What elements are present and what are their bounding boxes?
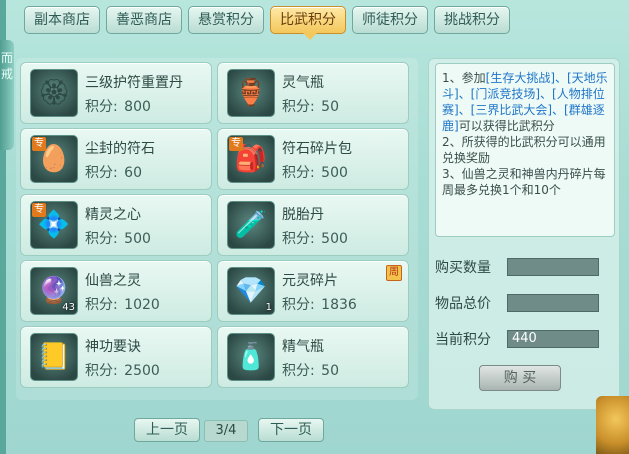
total-price-field xyxy=(507,294,599,312)
price-value: 500 xyxy=(321,231,348,247)
rule-line1-suffix: 可以获得比武积分 xyxy=(458,119,555,133)
tab-bar: 副本商店 善恶商店 悬赏积分 比武积分 师徒积分 挑战积分 xyxy=(24,6,510,40)
price-value: 60 xyxy=(124,165,142,181)
item-price: 积分: 60 xyxy=(85,162,142,182)
item-card[interactable]: 🏵 三级护符重置丹 积分: 800 xyxy=(20,62,212,124)
tab-dungeon-shop[interactable]: 副本商店 xyxy=(24,6,100,34)
item-count: 1 xyxy=(265,302,272,313)
price-value: 50 xyxy=(321,99,339,115)
item-glyph: 🧴 xyxy=(234,342,268,372)
item-price: 积分: 50 xyxy=(282,96,339,116)
item-price: 积分: 500 xyxy=(282,228,348,248)
spirit-vase-icon: 🏺 xyxy=(227,69,275,117)
item-name: 元灵碎片 xyxy=(282,273,338,289)
sealed-rune-stone-icon: 🥚 专 xyxy=(30,135,78,183)
item-card[interactable]: 📒 神功要诀 积分: 2500 xyxy=(20,326,212,388)
gold-amulet-icon: 🏵 xyxy=(30,69,78,117)
price-prefix: 积分: xyxy=(85,297,118,313)
price-prefix: 积分: xyxy=(282,297,315,313)
item-price: 积分: 1020 xyxy=(85,294,160,314)
tab-challenge-points[interactable]: 挑战积分 xyxy=(434,6,510,34)
rules-text: 1、参加[生存大挑战]、[天地乐斗]、[门派竞技场]、[人物排位赛]、[三界比武… xyxy=(435,63,615,237)
price-prefix: 积分: xyxy=(282,165,315,181)
price-value: 2500 xyxy=(124,363,160,379)
tab-mentor-points[interactable]: 师徒积分 xyxy=(352,6,428,34)
price-prefix: 积分: xyxy=(85,231,118,247)
total-price-label: 物品总价 xyxy=(435,296,491,312)
price-value: 800 xyxy=(124,99,151,115)
item-card[interactable]: 🏺 灵气瓶 积分: 50 xyxy=(217,62,409,124)
item-card[interactable]: 💎 1 元灵碎片 积分: 1836 周 xyxy=(217,260,409,322)
item-name: 神功要诀 xyxy=(85,339,141,355)
item-name: 灵气瓶 xyxy=(282,75,324,91)
item-card[interactable]: 🥚 专 尘封的符石 积分: 60 xyxy=(20,128,212,190)
item-card[interactable]: 🎒 专 符石碎片包 积分: 500 xyxy=(217,128,409,190)
tab-bounty-points[interactable]: 悬赏积分 xyxy=(188,6,264,34)
item-name: 仙兽之灵 xyxy=(85,273,141,289)
price-value: 1836 xyxy=(321,297,357,313)
corner-ornament-icon xyxy=(596,396,629,454)
item-glyph: 🧪 xyxy=(234,210,268,240)
item-name: 精灵之心 xyxy=(85,207,141,223)
buy-button[interactable]: 购 买 xyxy=(479,365,561,391)
item-price: 积分: 500 xyxy=(85,228,151,248)
beast-spirit-orb-icon: 🔮 43 xyxy=(30,267,78,315)
price-prefix: 积分: xyxy=(85,363,118,379)
item-name: 精气瓶 xyxy=(282,339,324,355)
price-value: 50 xyxy=(321,363,339,379)
item-card[interactable]: 🧪 脱胎丹 积分: 500 xyxy=(217,194,409,256)
price-prefix: 积分: xyxy=(282,363,315,379)
tab-arena-points[interactable]: 比武积分 xyxy=(270,6,346,40)
quantity-label: 购买数量 xyxy=(435,260,491,276)
item-name: 尘封的符石 xyxy=(85,141,155,157)
spirit-heart-icon: 💠 专 xyxy=(30,201,78,249)
item-price: 积分: 1836 xyxy=(282,294,357,314)
exclusive-badge: 专 xyxy=(32,203,46,217)
item-price: 积分: 2500 xyxy=(85,360,160,380)
item-glyph: 🏺 xyxy=(234,78,268,108)
prev-page-button[interactable]: 上一页 xyxy=(134,418,200,442)
weekly-limit-tag: 周 xyxy=(386,265,402,281)
rule-line1-prefix: 1、参加 xyxy=(442,71,486,85)
page-indicator: 3/4 xyxy=(204,420,248,442)
item-glyph: 📒 xyxy=(37,342,71,372)
price-prefix: 积分: xyxy=(85,99,118,115)
item-card[interactable]: 🧴 精气瓶 积分: 50 xyxy=(217,326,409,388)
current-points-field: 440 xyxy=(507,330,599,348)
item-count: 43 xyxy=(62,302,75,313)
price-prefix: 积分: xyxy=(282,99,315,115)
rune-fragment-bag-icon: 🎒 专 xyxy=(227,135,275,183)
left-deco-text: 而 戒 xyxy=(1,51,14,81)
item-glyph: 🏵 xyxy=(37,78,71,108)
exclusive-badge: 专 xyxy=(32,137,46,151)
yuanling-fragment-icon: 💎 1 xyxy=(227,267,275,315)
item-card[interactable]: 🔮 43 仙兽之灵 积分: 1020 xyxy=(20,260,212,322)
price-value: 1020 xyxy=(124,297,160,313)
item-price: 积分: 800 xyxy=(85,96,151,116)
info-panel: 1、参加[生存大挑战]、[天地乐斗]、[门派竞技场]、[人物排位赛]、[三界比武… xyxy=(428,58,620,410)
quantity-input[interactable] xyxy=(507,258,599,276)
item-name: 三级护符重置丹 xyxy=(85,75,183,91)
next-page-button[interactable]: 下一页 xyxy=(258,418,324,442)
current-points-label: 当前积分 xyxy=(435,332,491,348)
rule-line2: 2、所获得的比武积分可以通用兑换奖励 xyxy=(442,135,606,165)
price-prefix: 积分: xyxy=(282,231,315,247)
left-side-tab-decoration: 而 戒 xyxy=(0,40,14,150)
rule-line3: 3、仙兽之灵和神兽内丹碎片每周最多兑换1个和10个 xyxy=(442,167,606,197)
rebirth-pill-icon: 🧪 xyxy=(227,201,275,249)
exclusive-badge: 专 xyxy=(229,137,243,151)
item-price: 积分: 500 xyxy=(282,162,348,182)
skill-manual-icon: 📒 xyxy=(30,333,78,381)
item-price: 积分: 50 xyxy=(282,360,339,380)
item-card[interactable]: 💠 专 精灵之心 积分: 500 xyxy=(20,194,212,256)
tab-karma-shop[interactable]: 善恶商店 xyxy=(106,6,182,34)
essence-bottle-icon: 🧴 xyxy=(227,333,275,381)
price-value: 500 xyxy=(124,231,151,247)
price-value: 500 xyxy=(321,165,348,181)
price-prefix: 积分: xyxy=(85,165,118,181)
item-name: 符石碎片包 xyxy=(282,141,352,157)
item-name: 脱胎丹 xyxy=(282,207,324,223)
